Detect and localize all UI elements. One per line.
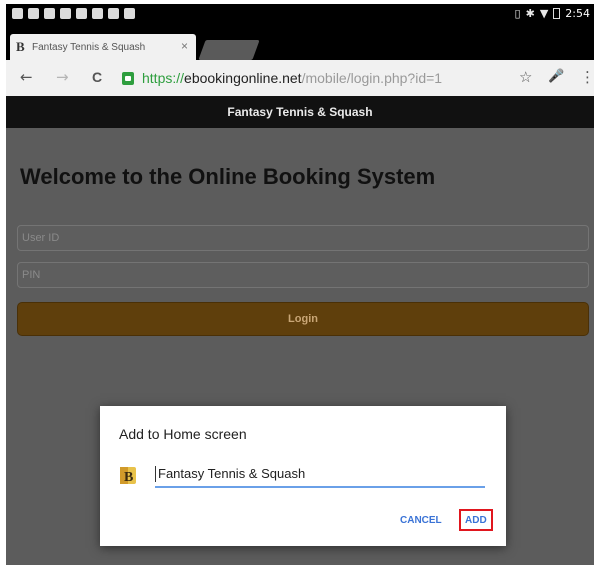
url-scheme: https:// [142, 70, 185, 86]
favicon-icon: B [16, 39, 25, 54]
tab-strip: B Fantasy Tennis & Squash × [6, 26, 594, 60]
url-path: /mobile/login.php?id=1 [301, 70, 443, 86]
notification-icon [76, 8, 87, 19]
battery-icon [553, 8, 561, 19]
notification-icon [60, 8, 71, 19]
notification-icon [12, 8, 23, 19]
app-icon: B [120, 467, 136, 485]
tab-title: Fantasy Tennis & Squash [32, 41, 146, 53]
page-title: Welcome to the Online Booking System [20, 164, 436, 189]
shortcut-name-input[interactable]: Fantasy Tennis & Squash [155, 460, 485, 488]
notification-icon [44, 8, 55, 19]
user-id-input[interactable]: User ID [17, 225, 589, 251]
wifi-icon: ▼ [539, 7, 549, 20]
app-icon-letter: B [124, 470, 133, 485]
device-screen: ▯ ✱ ▼ 2:54 B Fantasy Tennis & Squash × ←… [6, 4, 594, 565]
menu-icon[interactable]: ⋮ [580, 68, 594, 86]
browser-toolbar: ← → C https:// ebookingonline.net /mobil… [6, 60, 594, 96]
pin-input[interactable]: PIN [17, 262, 589, 288]
cancel-button[interactable]: CANCEL [400, 515, 442, 526]
new-tab-button[interactable] [198, 40, 260, 60]
microphone-icon[interactable]: 🎤 [548, 68, 564, 86]
browser-tab[interactable]: B Fantasy Tennis & Squash × [10, 34, 196, 60]
status-time: 2:54 [565, 7, 590, 20]
notification-icons [12, 8, 135, 19]
add-button[interactable]: ADD [465, 515, 487, 526]
close-tab-icon[interactable]: × [181, 39, 188, 53]
back-icon[interactable]: ← [20, 68, 33, 86]
vibrate-icon: ▯ [514, 7, 521, 20]
shortcut-name-value: Fantasy Tennis & Squash [158, 466, 306, 481]
status-bar: ▯ ✱ ▼ 2:54 [6, 4, 594, 26]
site-header: Fantasy Tennis & Squash [6, 96, 594, 128]
lock-icon [122, 71, 134, 85]
forward-icon[interactable]: → [56, 68, 69, 86]
dialog-title: Add to Home screen [119, 426, 247, 442]
text-cursor [155, 466, 156, 482]
notification-icon [108, 8, 119, 19]
login-button[interactable]: Login [17, 302, 589, 336]
url-bar[interactable]: https:// ebookingonline.net /mobile/logi… [122, 68, 482, 88]
notification-icon [28, 8, 39, 19]
notification-icon [124, 8, 135, 19]
notification-icon [92, 8, 103, 19]
bluetooth-icon: ✱ [525, 7, 535, 20]
bookmark-star-icon[interactable]: ☆ [519, 68, 532, 86]
system-icons: ▯ ✱ ▼ 2:54 [515, 7, 590, 20]
add-to-home-dialog: Add to Home screen B Fantasy Tennis & Sq… [100, 406, 506, 546]
reload-icon[interactable]: C [92, 68, 102, 86]
url-domain: ebookingonline.net [184, 70, 302, 86]
